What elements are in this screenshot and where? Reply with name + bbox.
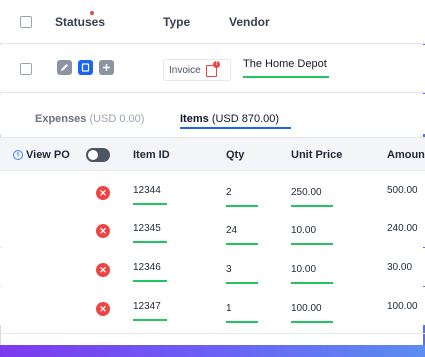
pdf-badge-icon: ! [213,61,220,68]
table-row: ✕ 12346 3 10.00 30.00 [0,248,425,286]
item-id-valid-underline [133,319,167,321]
item-id-cell[interactable]: 12346 [133,262,161,273]
table-header: Statuses Type Vendor [0,0,425,44]
unit-price-cell[interactable]: 10.00 [291,264,316,275]
item-id-cell[interactable]: 12344 [133,185,161,196]
qty-valid-underline [226,243,258,245]
item-id-cell[interactable]: 12345 [133,223,161,234]
type-chip[interactable]: Invoice ! [163,59,231,81]
amount-cell: 240.00 [387,223,418,234]
type-header: Type [163,15,191,29]
vendor-valid-underline [243,76,329,78]
tab-expenses-label: Expenses [35,113,87,125]
table-row: ✕ 12344 2 250.00 500.00 [0,171,425,209]
remove-icon[interactable]: ✕ [96,224,110,238]
toggle-knob [88,150,98,160]
amount-cell: 30.00 [387,262,413,273]
unit-price-header: Unit Price [291,149,343,161]
view-po-label: View PO [26,149,70,161]
bottom-gradient-bar [0,345,425,357]
qty-cell[interactable]: 3 [226,264,232,275]
vendor-header: Vendor [229,15,270,29]
qty-valid-underline [226,205,258,207]
tab-expenses-amount: (USD 0.00) [89,113,145,125]
amount-header: Amoun [387,149,425,161]
document-icon[interactable] [78,60,93,75]
qty-valid-underline [226,321,258,323]
unit-price-cell[interactable]: 250.00 [291,187,322,198]
qty-cell[interactable]: 2 [226,187,232,198]
table-bottom-divider [0,333,425,334]
remove-icon[interactable]: ✕ [96,186,110,200]
unit-price-valid-underline [291,321,333,323]
item-id-valid-underline [133,241,167,243]
tab-expenses[interactable]: Expenses (USD 0.00) [35,113,144,125]
table-row: ✕ 12347 1 100.00 100.00 [0,287,425,325]
statuses-header: Statuses [55,15,106,29]
row-checkbox[interactable] [20,63,32,75]
vendor-name[interactable]: The Home Depot [243,58,327,70]
amount-cell: 500.00 [387,185,418,196]
view-po-toggle[interactable] [86,148,110,162]
qty-valid-underline [226,282,258,284]
tab-items-label: Items [180,113,209,125]
amount-cell: 100.00 [387,301,418,312]
qty-cell[interactable]: 1 [226,303,232,314]
remove-icon[interactable]: ✕ [96,302,110,316]
unit-price-valid-underline [291,243,333,245]
type-chip-label: Invoice [169,65,201,76]
add-icon[interactable] [99,60,114,75]
unit-price-valid-underline [291,282,333,284]
item-id-valid-underline [133,280,167,282]
remove-icon[interactable]: ✕ [96,263,110,277]
active-tab-indicator [180,127,291,129]
info-icon[interactable]: i [13,150,23,160]
item-id-header: Item ID [133,149,170,161]
notification-dot [89,10,95,16]
unit-price-valid-underline [291,205,333,207]
items-column-header: i View PO Item ID Qty Unit Price Amoun [0,137,425,171]
qty-header: Qty [226,149,245,161]
tab-items-amount: (USD 870.00) [211,113,280,125]
table-row: ✕ 12345 24 10.00 240.00 [0,209,425,247]
edit-icon[interactable] [57,60,72,75]
item-id-cell[interactable]: 12347 [133,301,161,312]
qty-cell[interactable]: 24 [226,225,237,236]
tab-items[interactable]: Items (USD 870.00) [180,113,279,125]
unit-price-cell[interactable]: 100.00 [291,303,322,314]
select-all-checkbox[interactable] [20,16,32,28]
item-id-valid-underline [133,203,167,205]
unit-price-cell[interactable]: 10.00 [291,225,316,236]
